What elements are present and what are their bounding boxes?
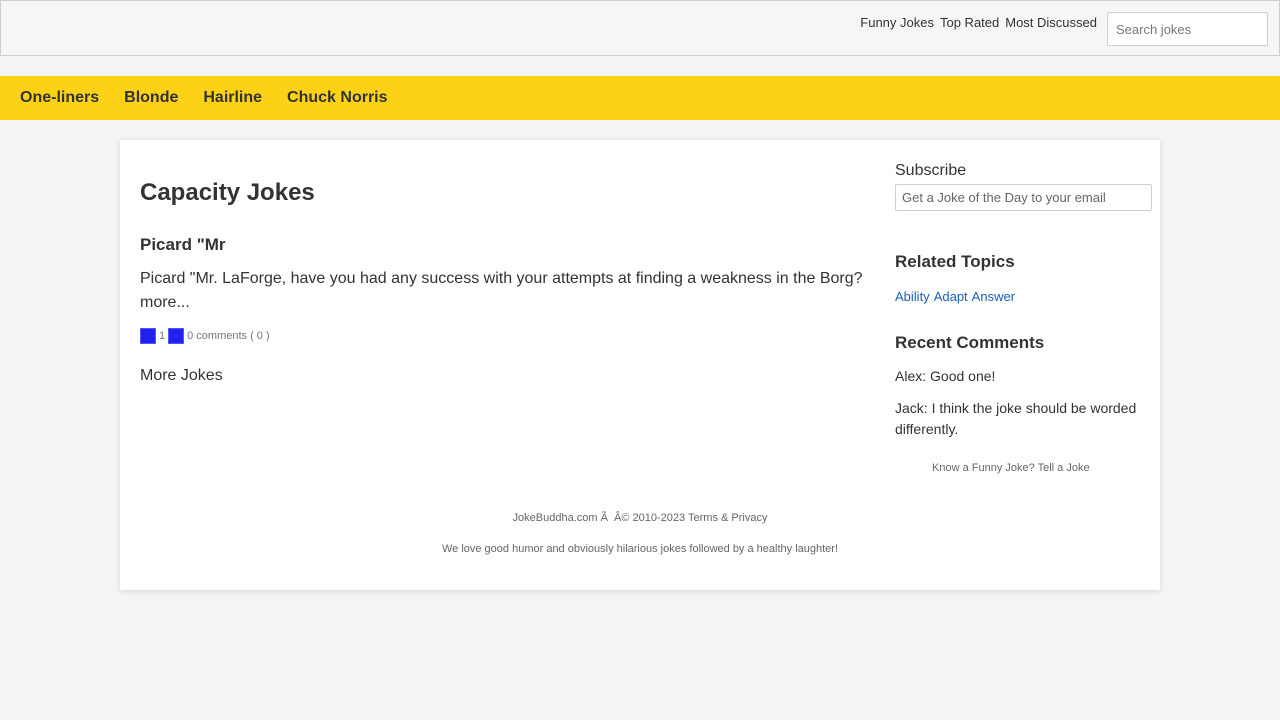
top-navbar: Funny Jokes Top Rated Most Discussed	[0, 0, 1280, 56]
subscribe-email-input[interactable]	[895, 184, 1152, 211]
related-topics-heading: Related Topics	[895, 252, 1015, 271]
category-blonde[interactable]: Blonde	[124, 89, 178, 107]
recent-comments-heading: Recent Comments	[895, 333, 1045, 352]
category-hairline[interactable]: Hairline	[203, 89, 262, 107]
category-chuck-norris[interactable]: Chuck Norris	[287, 89, 387, 107]
content-card: Capacity Jokes Picard "Mr Picard "Mr. La…	[120, 140, 1160, 590]
downvote-button[interactable]	[168, 328, 185, 344]
vote-count: 1	[159, 330, 166, 342]
comment-count[interactable]: 0 comments ( 0 )	[187, 330, 270, 342]
search-input[interactable]	[1107, 12, 1268, 46]
recent-comment: Jack: I think the joke should be worded …	[895, 400, 1137, 437]
topic-ability[interactable]: Ability	[895, 289, 930, 304]
related-topics-list: Ability Adapt Answer	[895, 289, 1015, 304]
page-title: Capacity Jokes	[140, 179, 315, 206]
subscribe-label: Subscribe	[895, 162, 967, 179]
nav-link-most-discussed[interactable]: Most Discussed	[1005, 15, 1097, 30]
recent-comment: Alex: Good one!	[895, 368, 996, 384]
joke-meta: 1 0 comments ( 0 )	[140, 328, 270, 344]
more-jokes-link[interactable]: More Jokes	[140, 367, 223, 385]
topic-answer[interactable]: Answer	[972, 289, 1015, 304]
nav-link-funny-jokes[interactable]: Funny Jokes	[860, 15, 934, 30]
top-nav-links: Funny Jokes Top Rated Most Discussed	[860, 15, 1097, 30]
category-one-liners[interactable]: One-liners	[20, 89, 99, 107]
joke-body: Picard "Mr. LaForge, have you had any su…	[140, 270, 863, 311]
upvote-button[interactable]	[140, 328, 156, 344]
topic-adapt[interactable]: Adapt	[934, 289, 968, 304]
sidebar: Subscribe Related Topics Ability Adapt A…	[895, 140, 1155, 500]
joke-title[interactable]: Picard "Mr	[140, 235, 226, 255]
footer-tagline: We love good humor and obviously hilario…	[441, 543, 839, 555]
footer-copyright: JokeBuddha.com Ã Â© 2010-2023 Terms & Pr…	[512, 512, 768, 524]
tell-a-joke-link[interactable]: Know a Funny Joke? Tell a Joke	[932, 462, 1090, 474]
category-bar: One-liners Blonde Hairline Chuck Norris	[0, 76, 1280, 120]
nav-link-top-rated[interactable]: Top Rated	[940, 15, 999, 30]
